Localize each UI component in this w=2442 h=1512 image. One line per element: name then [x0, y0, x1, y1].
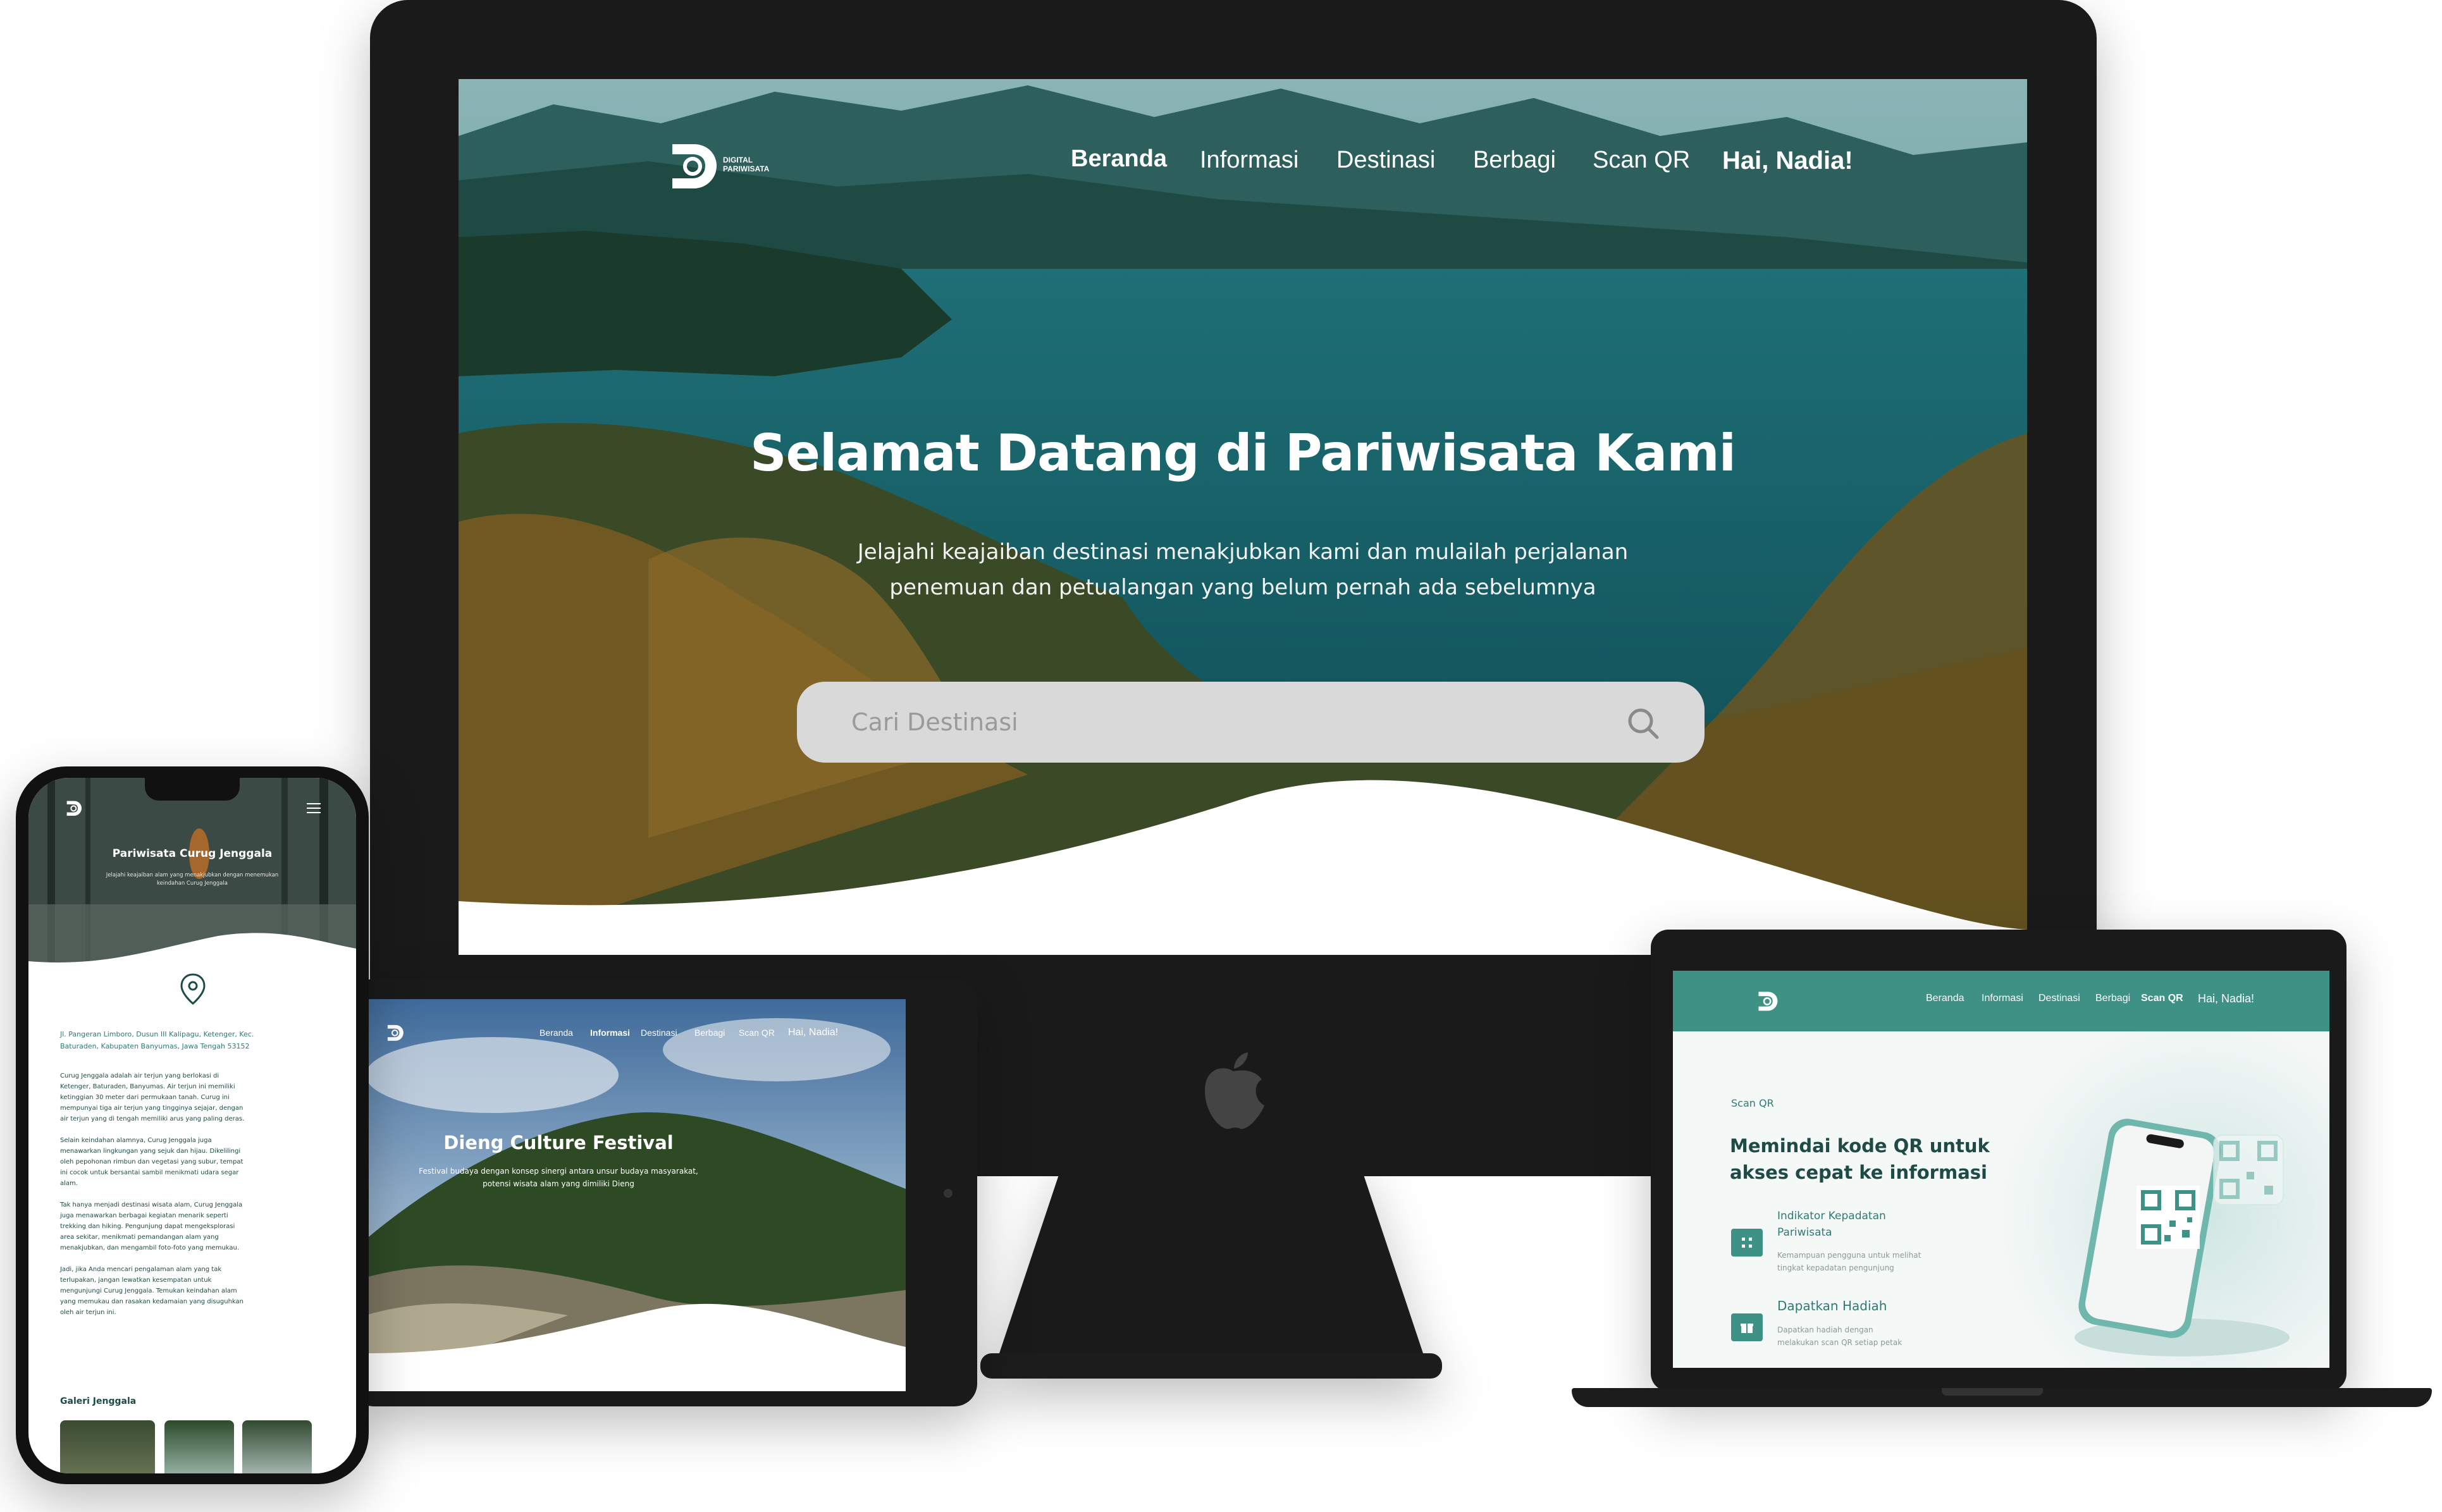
hero-title: Selamat Datang di Pariwisata Kami: [749, 424, 1736, 482]
laptop-nav-berbagi[interactable]: Berbagi: [2095, 993, 2130, 1004]
phone-logo[interactable]: [65, 799, 83, 820]
section-heading-line2: akses cepat ke informasi: [1730, 1162, 1987, 1183]
paragraph-line: menakjubkan, dan mengambil foto-foto yan…: [60, 1245, 240, 1251]
paragraph-1: Curug Jenggala adalah air terjun yang be…: [60, 1071, 326, 1124]
feature-density-title-line1: Indikator Kepadatan: [1777, 1210, 1886, 1222]
feature-density-title-line2: Pariwisata: [1777, 1226, 1832, 1239]
feature-density-desc-line1: Kemampuan pengguna untuk melihat: [1777, 1251, 1921, 1260]
logo-text-line2: PARIWISATA: [723, 164, 770, 173]
phone-illustration: [2075, 1119, 2290, 1356]
logo-icon: [66, 801, 82, 816]
paragraph-line: Ketenger, Baturaden, Banyumas. Air terju…: [60, 1083, 235, 1090]
feature-gift-desc-line2: melakukan scan QR setiap petak: [1777, 1338, 1902, 1347]
paragraph-line: mempunyai tiga air terjun yang tingginya…: [60, 1105, 244, 1112]
paragraph-line: Tak hanya menjadi destinasi wisata alam,…: [60, 1202, 243, 1208]
tablet-hero-background: [366, 999, 906, 1391]
paragraph-line: oleh pepohonan rimbun dan vegetasi yang …: [60, 1159, 244, 1165]
tablet-hero-subtitle-line2: potensi wisata alam yang dimiliki Dieng: [483, 1179, 634, 1188]
tablet-nav-user-greeting[interactable]: Hai, Nadia!: [788, 1027, 838, 1038]
logo[interactable]: DIGITAL PARIWISATA: [667, 139, 794, 196]
paragraph-line: Curug Jenggala adalah air terjun yang be…: [60, 1073, 219, 1079]
paragraph-line: mengunjungi Curug Jenggala. Temukan kein…: [60, 1288, 237, 1294]
phone-hero-title: Pariwisata Curug Jenggala: [112, 847, 273, 860]
laptop-nav-user-greeting[interactable]: Hai, Nadia!: [2198, 992, 2254, 1005]
paragraph-line: juga menawarkan berbagai kegiatan menari…: [60, 1212, 228, 1219]
phone-hero-subtitle-line1: Jelajahi keajaiban alam yang menakjubkan…: [106, 872, 279, 878]
feature-gift-icon-box: [1731, 1313, 1763, 1341]
tablet-nav-destinasi[interactable]: Destinasi: [641, 1028, 677, 1038]
paragraph-line: oleh air terjun ini.: [60, 1309, 116, 1316]
tablet-nav-informasi[interactable]: Informasi: [590, 1028, 630, 1038]
tablet-hero-title: Dieng Culture Festival: [443, 1132, 674, 1153]
logo-text-line1: DIGITAL: [723, 156, 753, 164]
feature-density-icon-box: [1731, 1229, 1763, 1257]
section-label: Scan QR: [1731, 1097, 1774, 1109]
monitor-stand: [980, 1164, 1442, 1391]
paragraph-line: air terjun yang di tengah memiliki arus …: [60, 1116, 245, 1122]
search-bar[interactable]: Cari Destinasi: [797, 682, 1705, 763]
address-line1: Jl. Pangeran Limboro, Dusun III Kalipagu…: [60, 1030, 254, 1038]
tablet-nav-scan-qr[interactable]: Scan QR: [739, 1028, 775, 1038]
tablet-camera: [944, 1189, 953, 1198]
laptop-nav-destinasi[interactable]: Destinasi: [2038, 993, 2080, 1004]
paragraph-line: terlupakan, jangan lewatkan kesempatan u…: [60, 1277, 212, 1284]
menu-icon[interactable]: [307, 803, 321, 813]
tablet-logo[interactable]: [386, 1023, 430, 1043]
grid-icon: [1742, 1238, 1752, 1248]
hero-background: [459, 79, 2027, 955]
paragraph-line: ini cocok untuk bersantai sambil menikma…: [60, 1169, 239, 1176]
location-pin-icon: [180, 973, 206, 1005]
section-heading-line1: Memindai kode QR untuk: [1730, 1135, 1990, 1157]
paragraph-line: trekking dan hiking. Pengunjung dapat me…: [60, 1223, 235, 1230]
laptop-nav-scan-qr[interactable]: Scan QR: [2141, 993, 2183, 1004]
phone-hero-subtitle-line2: keindahan Curug Jenggala: [157, 880, 228, 887]
monitor-screen: DIGITAL PARIWISATA Beranda Informasi Des…: [459, 79, 2027, 955]
paragraph-line: Jadi, jika Anda mencari pengalaman alam …: [60, 1266, 222, 1273]
hero-subtitle-line1: Jelajahi keajaiban destinasi menakjubkan…: [857, 539, 1629, 565]
paragraph-line: ketinggian 30 meter dari permukaan tanah…: [60, 1094, 230, 1101]
logo-icon: [672, 144, 717, 188]
paragraph-line: Selain keindahan alamnya, Curug Jenggala…: [60, 1137, 212, 1144]
nav-beranda[interactable]: Beranda: [1071, 145, 1167, 173]
search-icon[interactable]: [1625, 706, 1661, 741]
paragraph-line: area sekitar, menikmati pemandangan alam…: [60, 1234, 219, 1241]
phone-screen: Pariwisata Curug Jenggala Jelajahi keaja…: [28, 778, 356, 1473]
address-line2: Baturaden, Kabupaten Banyumas, Jawa Teng…: [60, 1042, 250, 1050]
paragraph-line: alam.: [60, 1180, 78, 1187]
logo-icon: [387, 1024, 404, 1041]
paragraph-2: Selain keindahan alamnya, Curug Jenggala…: [60, 1135, 326, 1189]
laptop-nav-informasi[interactable]: Informasi: [1982, 993, 2023, 1004]
laptop-notch: [1942, 1388, 2043, 1396]
nav-destinasi[interactable]: Destinasi: [1336, 147, 1435, 174]
search-input[interactable]: Cari Destinasi: [851, 708, 1018, 736]
hero-subtitle-line2: penemuan dan petualangan yang belum pern…: [889, 575, 1596, 600]
laptop-screen: Beranda Informasi Destinasi Berbagi Scan…: [1673, 971, 2329, 1368]
paragraph-3: Tak hanya menjadi destinasi wisata alam,…: [60, 1200, 326, 1253]
qr-code-icon: [2137, 1186, 2200, 1249]
paragraph-line: menawarkan lingkungan yang sejuk dan hij…: [60, 1148, 241, 1155]
gallery-thumb-3[interactable]: [242, 1420, 312, 1473]
nav-berbagi[interactable]: Berbagi: [1473, 147, 1556, 174]
nav-scan-qr[interactable]: Scan QR: [1593, 147, 1690, 174]
paragraph-4: Jadi, jika Anda mencari pengalaman alam …: [60, 1264, 326, 1318]
feature-gift-desc-line1: Dapatkan hadiah dengan: [1777, 1325, 1873, 1334]
laptop-nav-beranda[interactable]: Beranda: [1926, 993, 1964, 1004]
gallery-thumb-1[interactable]: [60, 1420, 155, 1473]
nav-informasi[interactable]: Informasi: [1200, 147, 1298, 174]
phone-notch: [145, 778, 240, 801]
laptop-logo[interactable]: [1756, 990, 1779, 1015]
apple-logo-icon: [1199, 1050, 1268, 1132]
feature-density-desc-line2: tingkat kepadatan pengunjung: [1777, 1263, 1894, 1272]
feature-gift-title: Dapatkan Hadiah: [1777, 1298, 1887, 1313]
gallery-title: Galeri Jenggala: [60, 1396, 137, 1406]
gift-icon: [1741, 1324, 1753, 1333]
paragraph-line: yang memukau dan rasakan kedamaian yang …: [60, 1298, 244, 1305]
tablet-screen: Beranda Informasi Destinasi Berbagi Scan…: [366, 999, 906, 1391]
logo-icon: [1758, 992, 1778, 1011]
gallery-thumb-2[interactable]: [164, 1420, 234, 1473]
tablet-nav-beranda[interactable]: Beranda: [540, 1028, 573, 1038]
nav-user-greeting[interactable]: Hai, Nadia!: [1722, 147, 1853, 175]
tablet-hero-subtitle-line1: Festival budaya dengan konsep sinergi an…: [419, 1167, 698, 1176]
tablet-nav-berbagi[interactable]: Berbagi: [694, 1028, 725, 1038]
